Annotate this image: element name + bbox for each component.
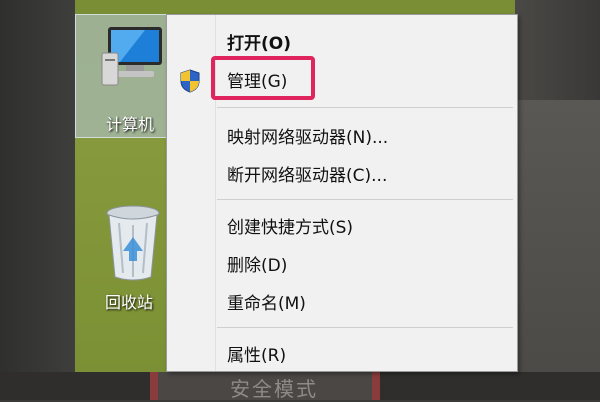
recycle-bin-desktop-icon[interactable]: 回收站 <box>75 195 175 315</box>
menu-item-delete[interactable]: 删除(D) <box>227 251 287 276</box>
menu-item-open[interactable]: 打开(O) <box>227 29 291 54</box>
computer-label: 计算机 <box>106 115 155 134</box>
background-bottom-accent <box>372 372 380 400</box>
background-left <box>0 0 75 400</box>
recycle-bin-label: 回收站 <box>105 293 154 312</box>
background-bottom-accent <box>150 372 158 400</box>
menu-item-create-shortcut[interactable]: 创建快捷方式(S) <box>227 213 353 238</box>
uac-shield-icon <box>180 69 200 93</box>
recycle-bin-icon <box>106 205 160 281</box>
computer-icon <box>101 27 162 86</box>
manage-highlight-box <box>211 56 315 100</box>
desktop-top-strip <box>75 0 515 14</box>
background-bottom-text: 安全模式 <box>230 377 318 401</box>
menu-item-disconnect-drive[interactable]: 断开网络驱动器(C)... <box>227 161 387 186</box>
menu-item-rename[interactable]: 重命名(M) <box>227 289 306 314</box>
menu-item-properties[interactable]: 属性(R) <box>227 341 286 366</box>
menu-item-map-drive[interactable]: 映射网络驱动器(N)... <box>227 123 388 148</box>
menu-separator <box>217 327 513 328</box>
context-menu: 打开(O) 管理(G) 映射网络驱动器(N)... 断开网络驱动器(C)... … <box>166 14 518 372</box>
menu-separator <box>217 199 513 200</box>
menu-separator <box>217 107 513 108</box>
background-right-panel <box>515 100 600 400</box>
